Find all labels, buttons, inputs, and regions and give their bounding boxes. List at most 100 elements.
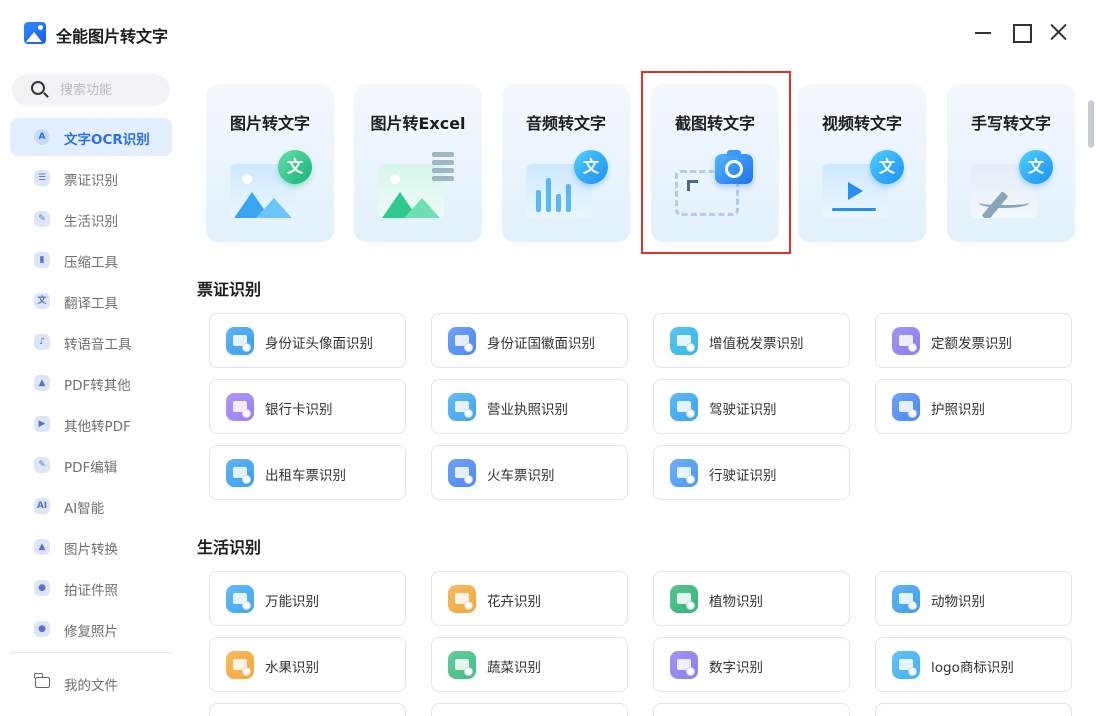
sheet-line — [432, 168, 454, 173]
mountain-shape — [404, 198, 440, 218]
pdf-import-icon: ▶ — [34, 416, 50, 432]
tool-button[interactable]: 增值税发票识别 — [653, 313, 850, 368]
sidebar-item-label: 转语音工具 — [64, 337, 132, 353]
tool-icon — [670, 651, 698, 679]
scrollbar[interactable] — [1088, 100, 1094, 148]
tool-label: 动物识别 — [931, 594, 985, 610]
sidebar-item-label: 图片转换 — [64, 542, 118, 558]
sidebar-item-3[interactable]: ▮ 压缩工具 — [10, 241, 172, 279]
tool-button[interactable]: 行驶证识别 — [653, 445, 850, 500]
sidebar-item-label: AI智能 — [64, 501, 105, 517]
search-input[interactable] — [60, 80, 160, 100]
sidebar-item-5[interactable]: ♪ 转语音工具 — [10, 323, 172, 361]
feature-title: 视频转文字 — [821, 114, 902, 133]
tool-button[interactable]: 火车票识别 — [431, 445, 628, 500]
section-title: 票证识别 — [197, 280, 262, 299]
search-box[interactable] — [12, 74, 170, 106]
handwriting-text-illustration-icon: 文 — [971, 150, 1053, 226]
sidebar-item-2[interactable]: ✎ 生活识别 — [10, 200, 172, 238]
tool-button[interactable]: 蔬菜识别 — [431, 637, 628, 692]
tool-button[interactable]: 定额发票识别 — [875, 313, 1072, 368]
ai-icon: AI — [34, 498, 50, 514]
feature-card-audio-text[interactable]: 音频转文字文 — [502, 84, 630, 242]
minimize-icon[interactable] — [972, 20, 996, 44]
tool-button[interactable]: 植物识别 — [653, 571, 850, 626]
feature-card-image-text[interactable]: 图片转文字文 — [206, 84, 334, 242]
tool-label: 护照识别 — [931, 402, 985, 418]
sidebar-item-label: 文字OCR识别 — [64, 132, 150, 148]
feature-title: 手写转文字 — [970, 114, 1051, 133]
sidebar-item-label: 翻译工具 — [64, 296, 118, 312]
tool-button[interactable]: 出租车票识别 — [209, 445, 406, 500]
tool-icon — [226, 327, 254, 355]
selection-highlight — [641, 71, 791, 254]
audio-bar — [546, 178, 551, 212]
sidebar-item-0[interactable]: A 文字OCR识别 — [10, 118, 172, 156]
sidebar-item-10[interactable]: ▲ 图片转换 — [10, 528, 172, 566]
wen-badge-icon: 文 — [574, 150, 608, 184]
close-icon[interactable] — [1046, 20, 1070, 44]
tool-button[interactable]: 花卉识别 — [431, 571, 628, 626]
tool-button[interactable]: 驾驶证识别 — [653, 379, 850, 434]
tool-button-partial[interactable] — [209, 703, 406, 716]
tool-icon — [448, 651, 476, 679]
tool-button[interactable]: 身份证头像面识别 — [209, 313, 406, 368]
sidebar-item-4[interactable]: 文翻译工具 — [10, 282, 172, 320]
wen-badge-icon: 文 — [278, 150, 312, 184]
tool-label: 植物识别 — [709, 594, 763, 610]
maximize-icon[interactable] — [1009, 20, 1033, 44]
feature-card-handwriting-text[interactable]: 手写转文字文 — [947, 84, 1075, 242]
tool-icon — [448, 585, 476, 613]
tool-label: 火车票识别 — [487, 468, 555, 484]
sidebar-item-12[interactable]: ● 修复照片 — [10, 610, 172, 648]
tool-label: 银行卡识别 — [265, 402, 333, 418]
sidebar-item-my-files[interactable]: 我的文件 — [10, 664, 172, 702]
tool-button[interactable]: 水果识别 — [209, 637, 406, 692]
tool-label: 增值税发票识别 — [709, 336, 804, 352]
tool-button[interactable]: 动物识别 — [875, 571, 1072, 626]
image-convert-icon: ▲ — [34, 539, 50, 555]
ocr-icon: A — [34, 129, 50, 145]
compress-icon: ▮ — [34, 252, 50, 268]
tool-button[interactable]: 万能识别 — [209, 571, 406, 626]
tool-label: 花卉识别 — [487, 594, 541, 610]
sidebar-item-label: 生活识别 — [64, 214, 118, 230]
sidebar-item-9[interactable]: AI AI智能 — [10, 487, 172, 525]
tool-button[interactable]: 数字识别 — [653, 637, 850, 692]
audio-text-illustration-icon: 文 — [526, 150, 608, 226]
feature-card-video-text[interactable]: 视频转文字文 — [798, 84, 926, 242]
sidebar-item-11[interactable]: ● 拍证件照 — [10, 569, 172, 607]
pdf-edit-icon: ✎ — [34, 457, 50, 473]
sidebar-item-1[interactable]: ☰ 票证识别 — [10, 159, 172, 197]
sidebar-item-6[interactable]: ▲ PDF转其他 — [10, 364, 172, 402]
audio-bar — [556, 194, 561, 212]
tool-label: 蔬菜识别 — [487, 660, 541, 676]
tool-button[interactable]: logo商标识别 — [875, 637, 1072, 692]
sidebar-item-label: 拍证件照 — [64, 583, 118, 599]
tool-button[interactable]: 护照识别 — [875, 379, 1072, 434]
wen-badge-icon: 文 — [1019, 150, 1053, 184]
sidebar-item-7[interactable]: ▶ 其他转PDF — [10, 405, 172, 443]
tool-button[interactable]: 身份证国徽面识别 — [431, 313, 628, 368]
repair-photo-icon: ● — [34, 621, 50, 637]
tool-button[interactable]: 营业执照识别 — [431, 379, 628, 434]
tool-label: 定额发票识别 — [931, 336, 1012, 352]
tool-icon — [670, 459, 698, 487]
progress-line — [832, 208, 876, 211]
image-excel-illustration-icon — [378, 150, 458, 226]
tool-button-partial[interactable] — [653, 703, 850, 716]
sidebar-item-label: PDF转其他 — [64, 378, 131, 394]
audio-bar — [536, 190, 541, 212]
title-bar: 全能图片转文字 — [0, 0, 1096, 64]
feature-title: 图片转Excel — [370, 114, 466, 133]
sidebar-item-8[interactable]: ✎ PDF编辑 — [10, 446, 172, 484]
feature-card-image-excel[interactable]: 图片转Excel — [354, 84, 482, 242]
handwriting-stroke — [979, 198, 1029, 208]
tool-icon — [892, 585, 920, 613]
tool-button-partial[interactable] — [875, 703, 1072, 716]
tool-button[interactable]: 银行卡识别 — [209, 379, 406, 434]
tool-button-partial[interactable] — [431, 703, 628, 716]
sidebar-item-label: 我的文件 — [64, 678, 118, 694]
sidebar: A 文字OCR识别 ☰ 票证识别 ✎ 生活识别 ▮ 压缩工具文翻译工具 ♪ 转语音工具 ▲ PDF转其… — [0, 64, 184, 716]
sheet-line — [432, 152, 454, 157]
